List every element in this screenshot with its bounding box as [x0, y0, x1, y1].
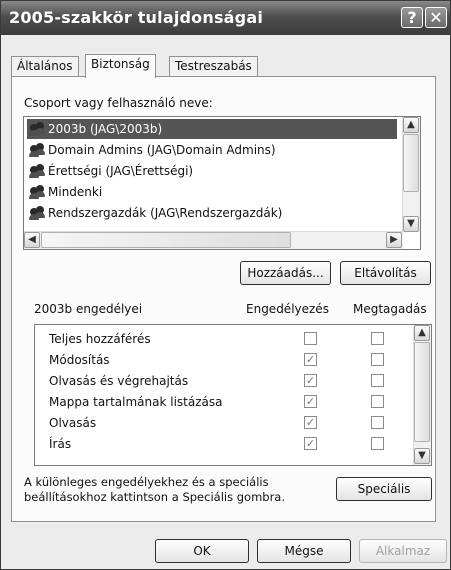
- allow-checkbox[interactable]: [304, 332, 317, 345]
- properties-dialog: 2005-szakkör tulajdonságai ? ✕ Általános…: [0, 0, 451, 570]
- scroll-down-button[interactable]: ▼: [414, 448, 430, 464]
- deny-column-header: Megtagadás: [353, 302, 427, 316]
- list-item[interactable]: Domain Admins (JAG\Domain Admins): [27, 140, 397, 160]
- principal-name: Érettségi (JAG\Érettségi): [48, 164, 194, 178]
- permissions-vertical-scrollbar[interactable]: ▲ ▼: [413, 325, 431, 465]
- up-arrow-icon: ▲: [407, 119, 415, 130]
- allow-checkbox[interactable]: ✓: [304, 374, 317, 387]
- deny-checkbox[interactable]: [371, 374, 384, 387]
- principals-horizontal-scrollbar[interactable]: ◀ ▶: [24, 231, 403, 249]
- scroll-left-button[interactable]: ◀: [24, 232, 40, 248]
- permission-name: Módosítás: [49, 353, 110, 367]
- help-button[interactable]: ?: [401, 7, 423, 28]
- tab-general[interactable]: Általános: [11, 56, 79, 76]
- checkmark-icon: ✓: [305, 395, 316, 408]
- permission-name: Mappa tartalmának listázása: [49, 395, 223, 409]
- table-row: Mappa tartalmának listázása ✓: [35, 392, 415, 413]
- allow-checkbox[interactable]: ✓: [304, 437, 317, 450]
- principal-name: Domain Admins (JAG\Domain Admins): [48, 143, 276, 157]
- add-button[interactable]: Hozzáadás...: [240, 261, 331, 285]
- principal-name: Mindenki: [48, 185, 103, 199]
- up-arrow-icon: ▲: [418, 327, 426, 338]
- table-row: Olvasás és végrehajtás ✓: [35, 371, 415, 392]
- group-or-user-label: Csoport vagy felhasználó neve:: [24, 96, 213, 110]
- scroll-up-button[interactable]: ▲: [414, 325, 430, 341]
- principals-vertical-scrollbar[interactable]: ▲ ▼: [402, 117, 420, 232]
- scroll-thumb[interactable]: [41, 232, 291, 248]
- scroll-up-button[interactable]: ▲: [403, 117, 419, 133]
- checkmark-icon: ✓: [305, 353, 316, 366]
- principal-name: 2003b (JAG\2003b): [48, 122, 163, 136]
- allow-column-header: Engedélyezés: [246, 302, 329, 316]
- permission-name: Olvasás és végrehajtás: [49, 374, 189, 388]
- scroll-thumb[interactable]: [403, 134, 419, 192]
- deny-checkbox[interactable]: [371, 395, 384, 408]
- list-item[interactable]: Érettségi (JAG\Érettségi): [27, 161, 397, 181]
- user-group-icon: [29, 205, 45, 220]
- user-group-icon: [29, 184, 45, 199]
- window-title: 2005-szakkör tulajdonságai: [9, 8, 264, 27]
- left-arrow-icon: ◀: [28, 234, 36, 245]
- right-arrow-icon: ▶: [390, 234, 398, 245]
- special-permissions-hint-line1: A különleges engedélyekhez és a speciáli…: [24, 475, 269, 489]
- checkmark-icon: ✓: [305, 437, 316, 450]
- user-group-icon: [29, 121, 45, 136]
- list-item[interactable]: 2003b (JAG\2003b): [27, 119, 397, 139]
- deny-checkbox[interactable]: [371, 416, 384, 429]
- list-item[interactable]: Rendszergazdák (JAG\Rendszergazdák): [27, 203, 397, 223]
- table-row: Teljes hozzáférés: [35, 329, 415, 350]
- allow-checkbox[interactable]: ✓: [304, 416, 317, 429]
- scroll-down-button[interactable]: ▼: [403, 216, 419, 232]
- permission-name: Teljes hozzáférés: [49, 332, 151, 346]
- cancel-button[interactable]: Mégse: [257, 539, 351, 563]
- table-row: Írás ✓: [35, 434, 415, 455]
- tab-security[interactable]: Biztonság: [85, 54, 156, 78]
- allow-checkbox[interactable]: ✓: [304, 395, 317, 408]
- checkmark-icon: ✓: [305, 416, 316, 429]
- checkmark-icon: ✓: [305, 374, 316, 387]
- title-bar[interactable]: 2005-szakkör tulajdonságai ? ✕: [1, 1, 450, 35]
- scroll-right-button[interactable]: ▶: [386, 232, 402, 248]
- apply-button[interactable]: Alkalmaz: [359, 539, 447, 563]
- special-button[interactable]: Speciális: [336, 477, 432, 501]
- close-button[interactable]: ✕: [425, 7, 447, 28]
- down-arrow-icon: ▼: [418, 450, 426, 461]
- deny-checkbox[interactable]: [371, 437, 384, 450]
- permission-name: Olvasás: [49, 416, 97, 430]
- principals-list[interactable]: 2003b (JAG\2003b) Domain Admins (JAG\Dom…: [23, 116, 421, 250]
- tab-customize[interactable]: Testreszabás: [169, 56, 258, 76]
- deny-checkbox[interactable]: [371, 332, 384, 345]
- table-row: Módosítás ✓: [35, 350, 415, 371]
- deny-checkbox[interactable]: [371, 353, 384, 366]
- scroll-thumb[interactable]: [414, 342, 430, 442]
- help-icon: ?: [407, 8, 417, 27]
- principal-name: Rendszergazdák (JAG\Rendszergazdák): [48, 206, 283, 220]
- allow-checkbox[interactable]: ✓: [304, 353, 317, 366]
- permission-name: Írás: [49, 437, 72, 451]
- close-icon: ✕: [429, 8, 443, 27]
- user-group-icon: [29, 142, 45, 157]
- user-group-icon: [29, 163, 45, 178]
- down-arrow-icon: ▼: [407, 218, 415, 229]
- table-row: Olvasás ✓: [35, 413, 415, 434]
- list-item[interactable]: Mindenki: [27, 182, 397, 202]
- remove-button[interactable]: Eltávolítás: [340, 261, 431, 285]
- ok-button[interactable]: OK: [155, 539, 249, 563]
- permissions-list: Teljes hozzáférés Módosítás ✓ Olvasás és…: [34, 324, 432, 466]
- special-permissions-hint-line2: beállításokhoz kattintson a Speciális go…: [24, 490, 286, 504]
- permissions-title: 2003b engedélyei: [34, 302, 143, 316]
